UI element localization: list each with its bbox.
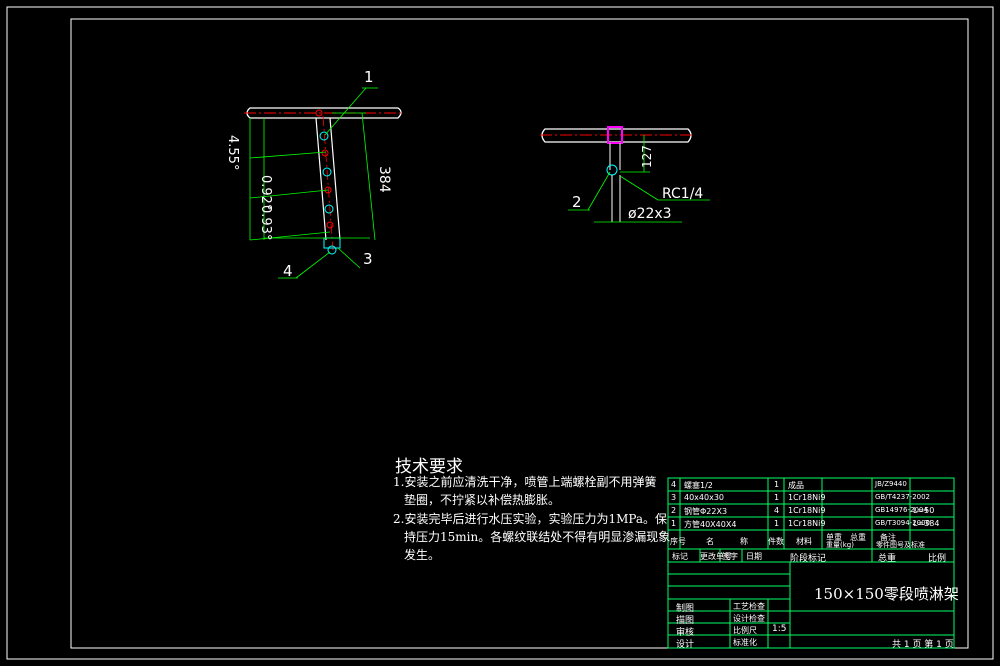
sig-head: 日期 — [746, 552, 762, 561]
cad-drawing-canvas — [6, 6, 994, 660]
col-header: 重量(kg) — [826, 541, 854, 549]
tech-note-line: 1.安装之前应清洗干净，喷管上端螺栓副不用弹簧 — [393, 475, 657, 489]
drawing-frame — [70, 18, 969, 649]
tech-note-line: 发生。 — [404, 548, 441, 562]
sig-head: 标记 — [672, 552, 688, 561]
hole-label: ø22x3 — [628, 206, 672, 222]
col-header: 名 — [706, 537, 714, 546]
dim-384-line — [361, 112, 376, 241]
part-name: 钢管Φ22X3 — [684, 507, 728, 516]
part-no: 1 — [671, 519, 677, 528]
tech-note-line: 垫圈，不拧紧以补偿热膨胀。 — [404, 493, 561, 507]
col-header: 材料 — [796, 537, 812, 546]
part-qty: 1 — [774, 480, 780, 489]
dim-line — [249, 151, 327, 159]
tech-note-line: 2.安装完毕后进行水压实验，实验压力为1MPa。保 — [393, 512, 668, 526]
part-material: 成品 — [788, 481, 804, 490]
balloon-3: 3 — [363, 250, 373, 268]
balloon-4: 4 — [283, 262, 293, 280]
role-label: 设计 — [676, 640, 695, 650]
col-header: 零件图号及标准 — [876, 541, 925, 549]
col-header: 序号 — [670, 537, 686, 546]
nozzle — [324, 204, 334, 214]
part-no: 2 — [671, 506, 677, 515]
angle-dim-1: 4.55° — [225, 135, 240, 171]
weight-label: 总重 — [878, 554, 897, 564]
mid-label: 设计检查 — [733, 614, 765, 623]
sheet-border — [6, 6, 994, 660]
part-qty: 4 — [774, 506, 780, 515]
mid-label: 标准化 — [733, 638, 757, 647]
mid-label: 比例尺 — [733, 626, 757, 635]
height-dim-127: 127 — [640, 145, 654, 168]
part-std: GB/T4237-2002 — [875, 493, 931, 501]
leader-3 — [337, 247, 361, 269]
mid-label: 工艺检查 — [733, 602, 765, 611]
col-header: 件数 — [768, 537, 784, 546]
scale-value: 1:5 — [772, 624, 787, 634]
drawing-name: 150×150零段喷淋架 — [814, 585, 959, 603]
part-name: 螺塞1/2 — [684, 481, 713, 490]
part-no: 4 — [671, 480, 677, 489]
balloon-2: 2 — [572, 193, 582, 211]
part-name: 40x40x30 — [684, 493, 725, 502]
leader-4 — [295, 251, 331, 279]
leader-2 — [587, 171, 611, 211]
assembly-label: 阶段标记 — [790, 554, 827, 564]
nozzle-right — [606, 164, 618, 176]
tech-note-line: 持压力15min。各螺纹联结处不得有明显渗漏现象 — [404, 530, 671, 544]
sheet-count: 共 1 页 第 1 页 — [892, 640, 954, 650]
leader-1 — [324, 87, 367, 136]
part-material: 1Cr18Ni9 — [788, 519, 826, 528]
part-std: JB/Z9440 — [875, 480, 907, 488]
part-qty: 1 — [774, 493, 780, 502]
part-material: 1Cr18Ni9 — [788, 493, 826, 502]
thread-label: RC1/4 — [662, 186, 704, 202]
part-no: 3 — [671, 493, 677, 502]
length-dim-384: 384 — [376, 166, 392, 193]
ratio-label: 比例 — [928, 554, 947, 564]
sig-head: 签字 — [722, 552, 738, 561]
right-view — [540, 126, 710, 223]
angle-dim-3: 0.93° — [258, 205, 273, 241]
part-material: 1Cr18Ni9 — [788, 506, 826, 515]
hole — [321, 149, 329, 157]
part-note: L=384 — [913, 519, 940, 528]
part-name: 方管40X40X4 — [684, 520, 737, 529]
hole — [326, 221, 334, 229]
balloon-1: 1 — [364, 68, 374, 86]
part-qty: 1 — [774, 519, 780, 528]
leader-rc — [619, 175, 659, 201]
part-note: L=50 — [913, 506, 935, 515]
branch-pipe-edge-b — [329, 117, 341, 241]
col-header: 称 — [740, 537, 748, 546]
